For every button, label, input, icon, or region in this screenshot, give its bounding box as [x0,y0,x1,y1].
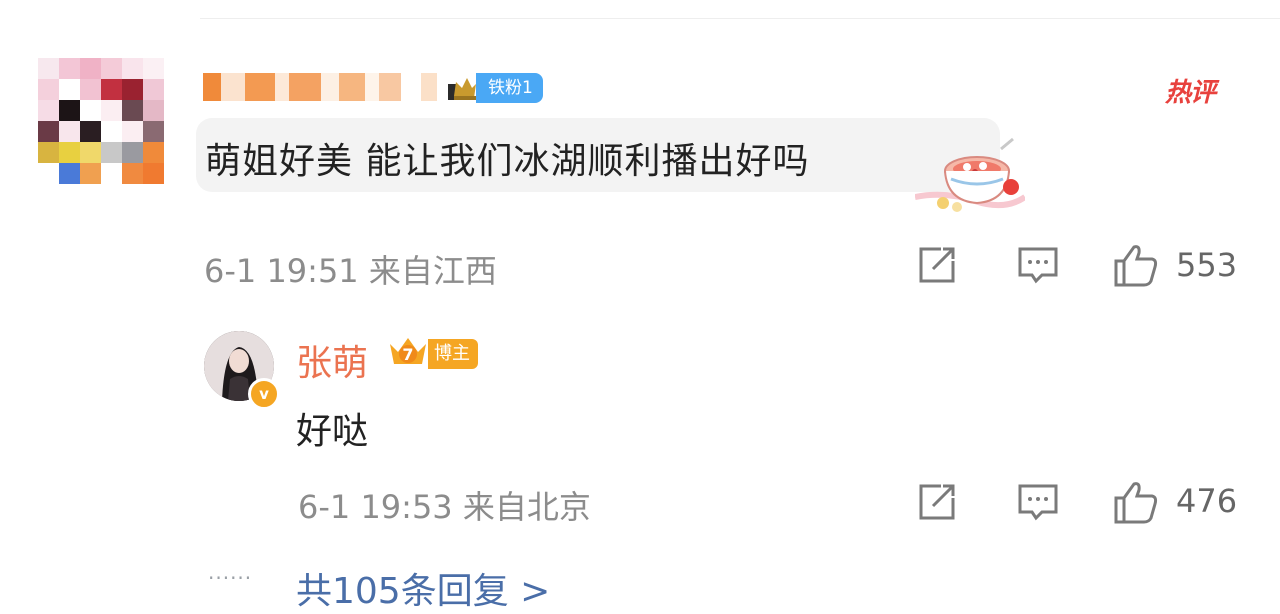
reply-text[interactable]: 好哒 [296,402,368,454]
like-count: 476 [1176,482,1238,520]
like-icon[interactable] [1112,478,1158,524]
comment-text[interactable]: 萌姐好美 能让我们冰湖顺利播出好吗 [205,132,809,184]
share-icon[interactable] [915,480,959,524]
svg-text:7: 7 [402,345,413,364]
hot-comment-tag: 热评 [1165,78,1216,108]
commenter-name-blurred[interactable] [203,72,437,102]
comment-meta: 6-1 19:51 来自江西 [204,252,497,290]
comment-icon[interactable] [1016,243,1060,287]
bowl-sticker-icon [914,135,1027,217]
fan-badge-label: 铁粉1 [476,73,543,103]
like-count: 553 [1176,246,1238,284]
reply-meta: 6-1 19:53 来自北京 [298,488,591,526]
share-icon[interactable] [915,243,959,287]
more-replies-link[interactable]: 共105条回复 > [296,562,550,614]
comment-icon[interactable] [1016,480,1060,524]
reply-author-name[interactable]: 张萌 [296,334,368,386]
commenter-avatar[interactable] [38,58,164,184]
fan-level-badge: 铁粉1 [448,72,543,104]
blogger-badge-label: 博主 [428,339,478,369]
verified-icon: v [248,378,280,410]
thread-dots: ······ [208,566,253,590]
like-icon[interactable] [1112,241,1158,287]
crown-icon [448,74,476,102]
blogger-badge: 7 博主 [388,336,478,372]
crown-level-icon: 7 [388,334,428,374]
divider [200,18,1280,19]
